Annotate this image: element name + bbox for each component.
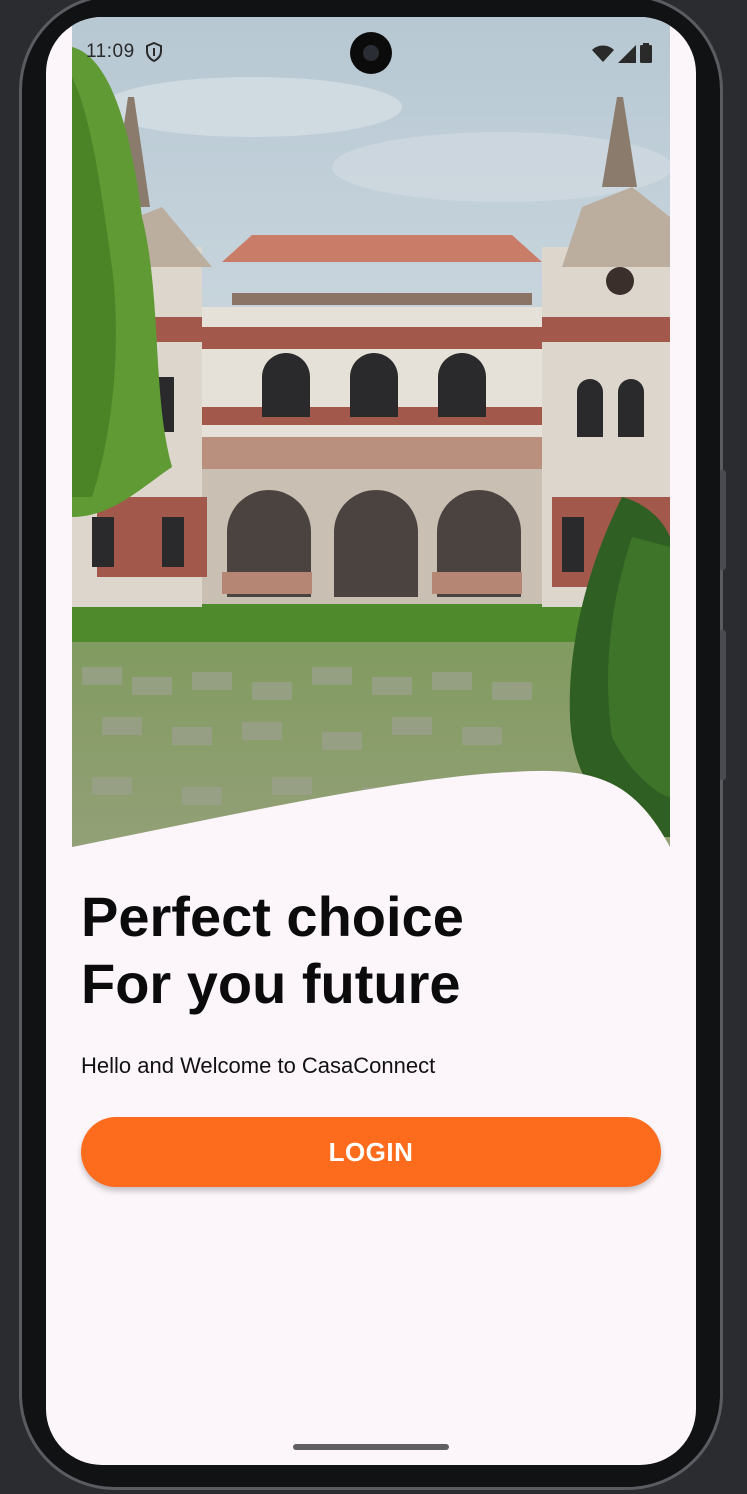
- app-screen: 11:09 Perfect choice For you future Hell…: [46, 17, 696, 1465]
- status-icons: [592, 43, 652, 68]
- hero-image: [72, 17, 670, 847]
- front-camera: [350, 32, 392, 74]
- battery-icon: [640, 43, 652, 68]
- welcome-subtitle: Hello and Welcome to CasaConnect: [81, 1053, 436, 1078]
- cellular-signal-icon: [618, 45, 636, 68]
- status-time: 11:09: [86, 41, 135, 62]
- volume-button: [720, 630, 726, 780]
- status-bar: 11:09: [46, 17, 696, 89]
- login-button[interactable]: LOGIN: [81, 1117, 661, 1187]
- headline: Perfect choice For you future: [81, 883, 464, 1017]
- headline-line-1: Perfect choice: [81, 885, 464, 948]
- power-button: [720, 470, 726, 570]
- wifi-icon: [592, 45, 614, 68]
- headline-line-2: For you future: [81, 952, 461, 1015]
- home-indicator[interactable]: [293, 1444, 449, 1450]
- shield-icon: [146, 41, 162, 67]
